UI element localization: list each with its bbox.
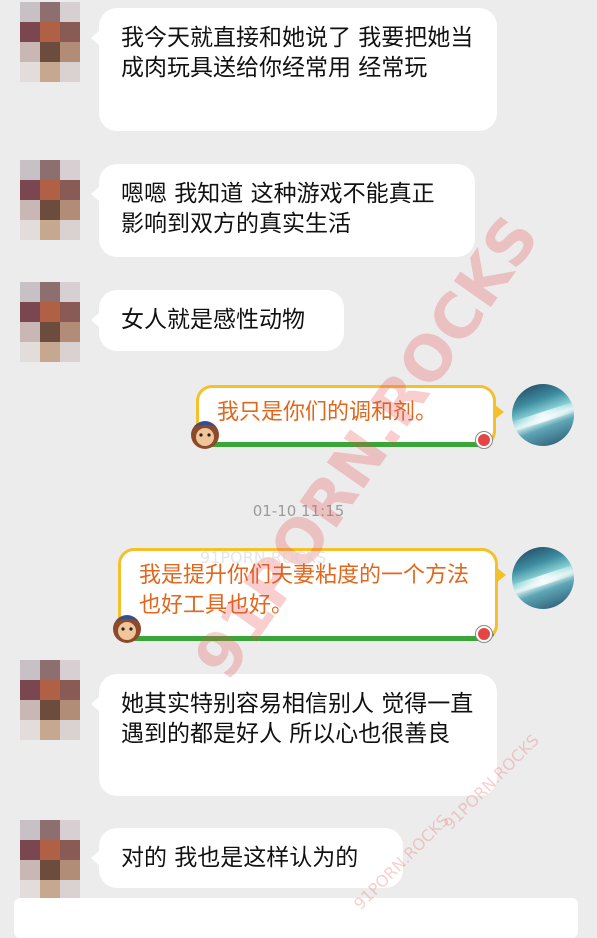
message-bubble[interactable]: 她其实特别容易相信别人 觉得一直遇到的都是好人 所以心也很善良 — [91, 674, 497, 796]
message-bubble[interactable]: 对的 我也是这样认为的 — [91, 828, 403, 888]
bubble-ornament-icon — [476, 626, 492, 642]
message-text: 我今天就直接和她说了 我要把她当成肉玩具送给你经常用 经常玩 — [121, 25, 474, 81]
self-avatar[interactable] — [512, 547, 574, 609]
contact-avatar[interactable] — [20, 160, 80, 240]
message-text: 对的 我也是这样认为的 — [121, 845, 359, 871]
message-text: 我是提升你们夫妻粘度的一个方法也好工具也好。 — [139, 563, 470, 618]
message-text: 女人就是感性动物 — [121, 307, 305, 333]
message-timestamp: 01-10 11:15 — [252, 502, 345, 520]
self-message-bubble[interactable]: 我只是你们的调和剂。 — [196, 385, 504, 447]
contact-avatar[interactable] — [20, 820, 80, 900]
message-bubble[interactable]: 嗯嗯 我知道 这种游戏不能真正影响到双方的真实生活 — [91, 164, 475, 257]
message-text: 我只是你们的调和剂。 — [217, 400, 438, 425]
contact-avatar[interactable] — [20, 282, 80, 362]
monkey-pendant-icon — [188, 418, 222, 452]
bubble-ornament-icon — [476, 432, 492, 448]
contact-avatar[interactable] — [20, 660, 80, 740]
self-message-bubble[interactable]: 我是提升你们夫妻粘度的一个方法也好工具也好。 — [118, 548, 506, 641]
message-input-bar[interactable] — [14, 898, 578, 938]
message-bubble[interactable]: 女人就是感性动物 — [91, 290, 344, 351]
self-avatar[interactable] — [512, 384, 574, 446]
contact-avatar[interactable] — [20, 2, 80, 82]
message-bubble[interactable]: 我今天就直接和她说了 我要把她当成肉玩具送给你经常用 经常玩 — [91, 8, 497, 131]
message-text: 她其实特别容易相信别人 觉得一直遇到的都是好人 所以心也很善良 — [121, 691, 474, 747]
monkey-pendant-icon — [110, 612, 144, 646]
message-text: 嗯嗯 我知道 这种游戏不能真正影响到双方的真实生活 — [121, 181, 435, 237]
